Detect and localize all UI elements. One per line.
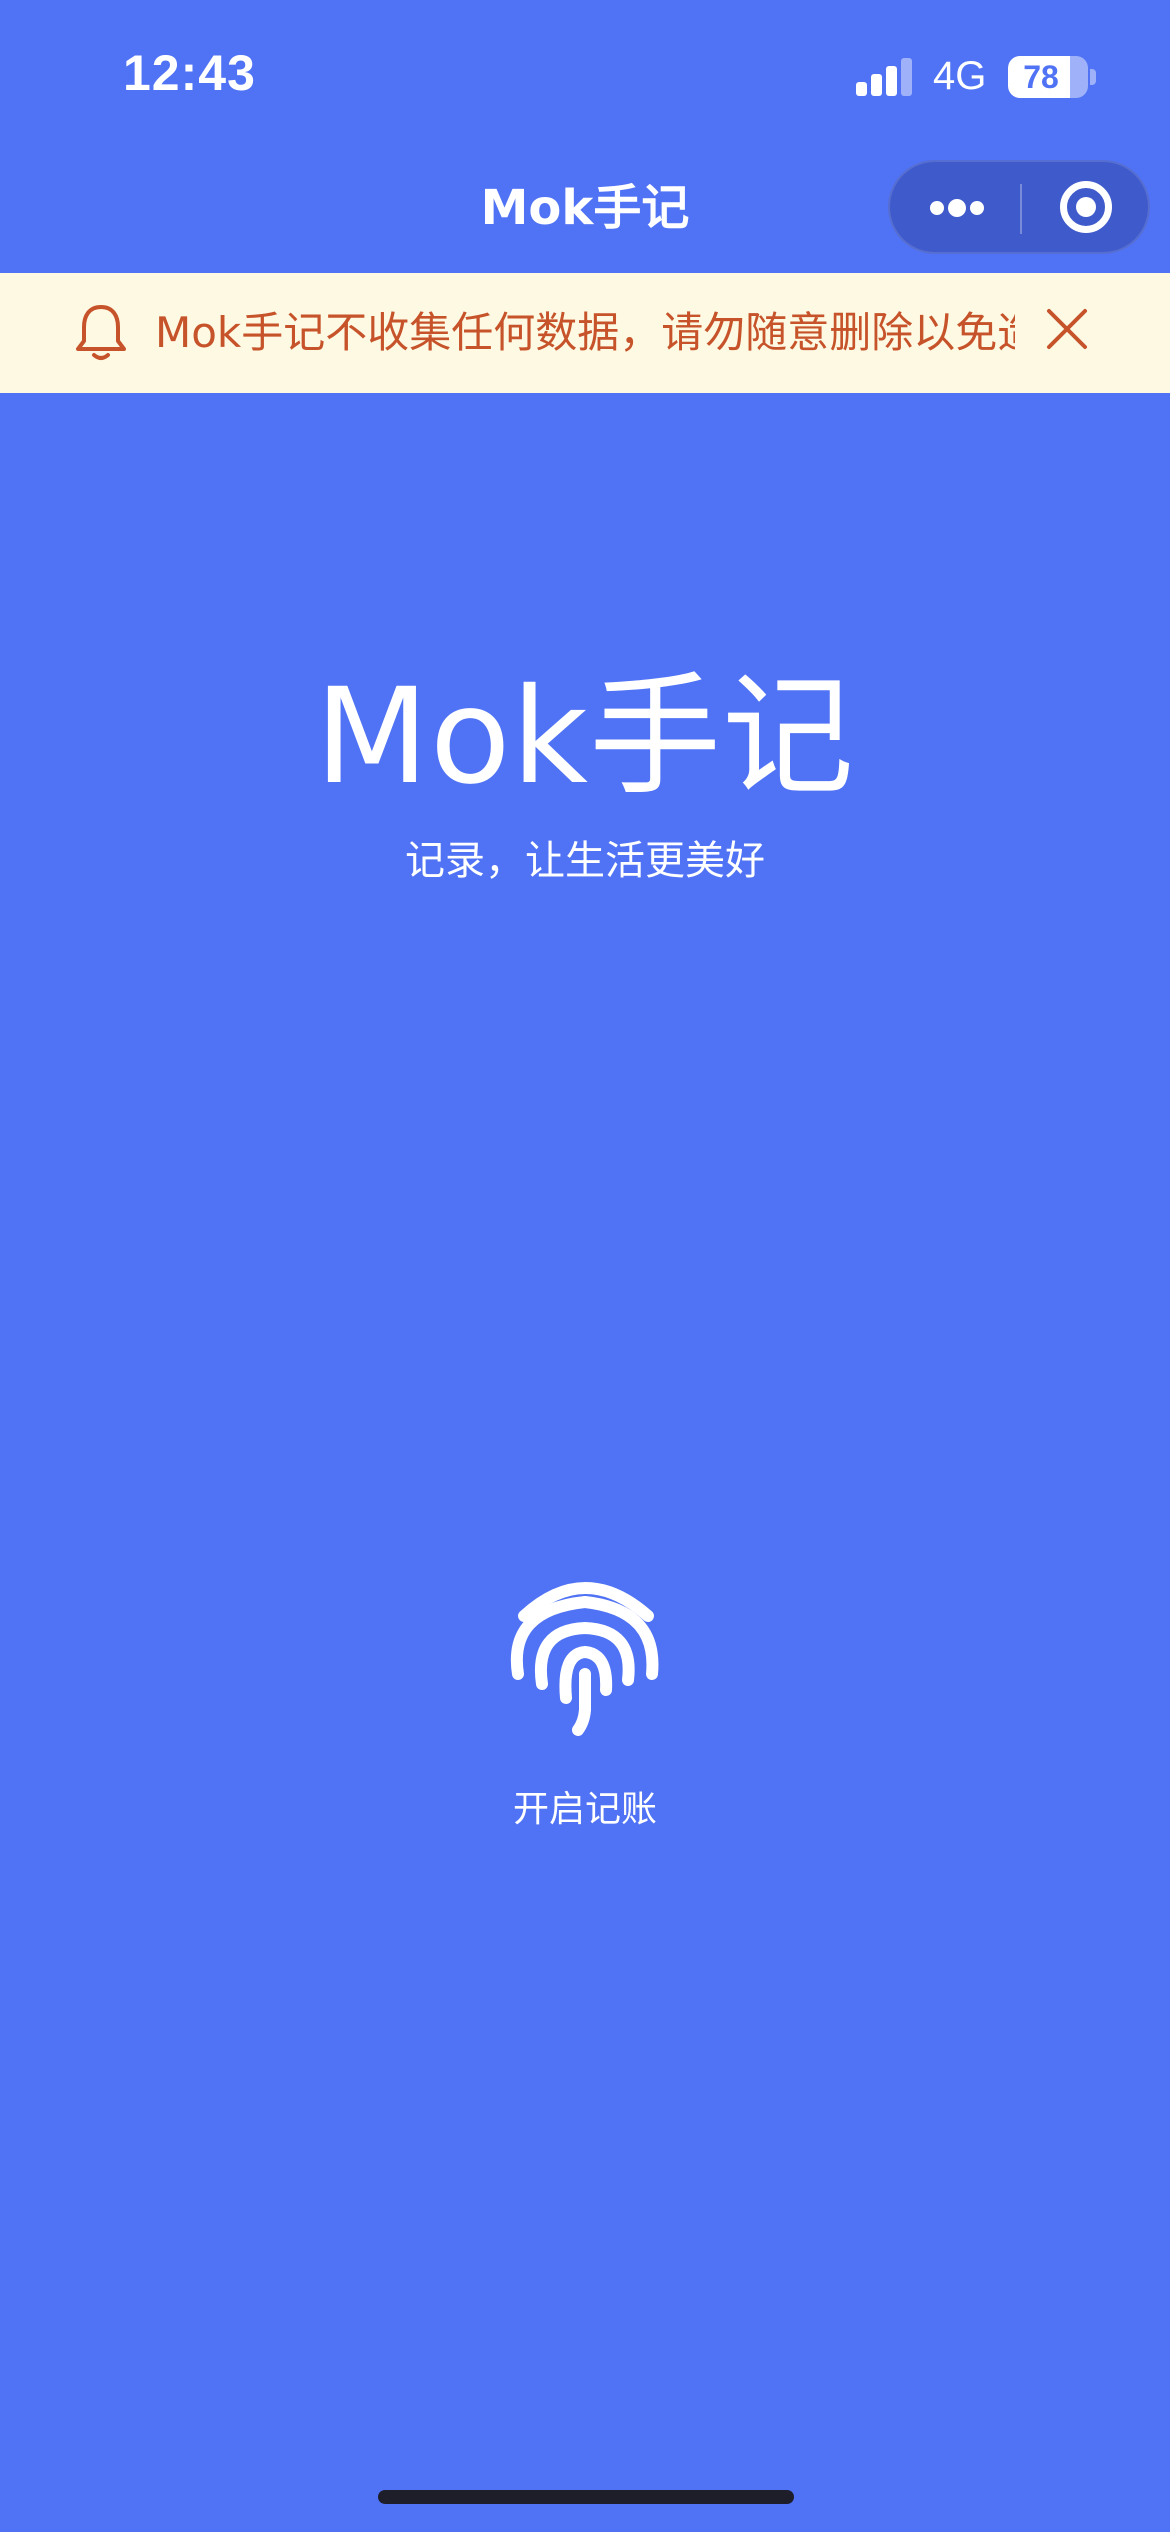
- miniprogram-capsule: [888, 160, 1150, 254]
- fingerprint-icon: [510, 1582, 659, 1736]
- home-indicator[interactable]: [378, 2490, 794, 2504]
- start-bookkeeping-label: 开启记账: [512, 1789, 657, 1830]
- start-bookkeeping-button[interactable]: 开启记账: [485, 1570, 685, 1830]
- hero-subtitle: 记录，让生活更美好: [405, 838, 765, 884]
- status-bar: 12:43 4G 78: [0, 0, 1170, 150]
- battery-percentage: 78: [1023, 59, 1059, 95]
- notice-text: Mok手记不收集任何数据，请勿随意删除以免造: [155, 308, 1015, 357]
- battery-icon: 78: [1008, 56, 1088, 98]
- cellular-signal-icon: [856, 58, 914, 96]
- network-type: 4G: [933, 54, 987, 98]
- target-close-icon[interactable]: [1022, 162, 1150, 252]
- app-screen: 12:43 4G 78 Mok手记 Mok手记不收集任何数据，请勿随意删除以免造…: [0, 0, 1170, 2532]
- close-icon[interactable]: [1045, 307, 1089, 351]
- more-dots-icon[interactable]: [890, 162, 1020, 252]
- notice-marquee: Mok手记不收集任何数据，请勿随意删除以免造: [155, 301, 1015, 365]
- hero-title: Mok手记: [314, 660, 856, 814]
- battery-tip: [1090, 69, 1096, 85]
- status-time: 12:43: [123, 45, 256, 101]
- bell-icon: [76, 305, 126, 360]
- notice-bar: Mok手记不收集任何数据，请勿随意删除以免造: [0, 273, 1170, 393]
